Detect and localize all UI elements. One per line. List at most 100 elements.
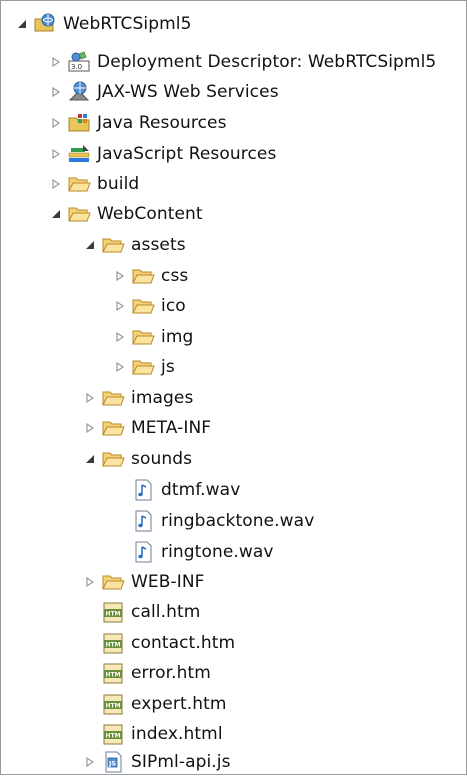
tree-item-error-htm[interactable]: HTM error.htm — [1, 658, 467, 688]
tree-item-label: expert.htm — [131, 694, 227, 714]
folder-icon — [67, 172, 91, 196]
html-file-icon: HTM — [101, 692, 125, 716]
collapsed-arrow-icon[interactable] — [83, 755, 97, 769]
html-file-icon: HTM — [101, 600, 125, 624]
tree-item-expert-htm[interactable]: HTM expert.htm — [1, 689, 467, 719]
tree-item-sounds[interactable]: sounds — [1, 444, 467, 474]
tree-item-label: build — [97, 174, 140, 194]
folder-icon — [101, 386, 125, 410]
tree-item-javascript-resources[interactable]: JavaScript Resources — [1, 139, 467, 169]
tree-item-label: call.htm — [131, 602, 201, 622]
audio-file-icon — [131, 540, 155, 564]
audio-file-icon — [131, 478, 155, 502]
java-resources-icon — [67, 111, 91, 135]
collapsed-arrow-icon[interactable] — [113, 360, 127, 374]
tree-item-label: ringbacktone.wav — [161, 511, 315, 531]
tree-item-jax-ws-web-services[interactable]: JAX-WS Web Services — [1, 77, 467, 107]
tree-item-label: images — [131, 388, 194, 408]
tree-item-label: JavaScript Resources — [97, 144, 277, 164]
tree-item-label: META-INF — [131, 418, 212, 438]
tree-item-label: assets — [131, 235, 186, 255]
tree-item-ico[interactable]: ico — [1, 291, 467, 321]
tree-item-label: contact.htm — [131, 633, 236, 653]
folder-icon — [131, 325, 155, 349]
deployment-descriptor-icon: 3.0 — [67, 50, 91, 74]
collapsed-arrow-icon[interactable] — [83, 421, 97, 435]
tree-item-label: css — [161, 266, 189, 286]
tree-item-images[interactable]: images — [1, 383, 467, 413]
collapsed-arrow-icon[interactable] — [113, 299, 127, 313]
tree-item-img[interactable]: img — [1, 322, 467, 352]
expanded-arrow-icon[interactable] — [15, 17, 29, 31]
tree-item-contact-htm[interactable]: HTM contact.htm — [1, 628, 467, 658]
tree-item-label: WebContent — [97, 204, 203, 224]
svg-text:HTM: HTM — [106, 642, 121, 649]
tree-item-label: img — [161, 327, 194, 347]
collapsed-arrow-icon[interactable] — [113, 269, 127, 283]
collapsed-arrow-icon[interactable] — [113, 330, 127, 344]
folder-icon — [101, 233, 125, 257]
collapsed-arrow-icon[interactable] — [49, 147, 63, 161]
collapsed-arrow-icon[interactable] — [49, 85, 63, 99]
folder-icon — [101, 447, 125, 471]
tree-item-label: SIPml-api.js — [131, 752, 231, 772]
tree-item-webcontent[interactable]: WebContent — [1, 199, 467, 229]
tree-item-index-html[interactable]: HTM index.html — [1, 719, 467, 749]
project-explorer-panel: WebRTCSipml5 3.0 Deployment Descriptor: … — [0, 0, 467, 775]
collapsed-arrow-icon[interactable] — [83, 391, 97, 405]
svg-text:JS: JS — [108, 760, 116, 768]
tree-item-label: WebRTCSipml5 — [63, 14, 192, 34]
tree-item-label: index.html — [131, 724, 223, 744]
tree-item-label: JAX-WS Web Services — [97, 82, 279, 102]
tree-item-label: Java Resources — [97, 113, 227, 133]
folder-icon — [101, 416, 125, 440]
tree-item-label: Deployment Descriptor: WebRTCSipml5 — [97, 52, 437, 72]
tree-item-dtmf-wav[interactable]: dtmf.wav — [1, 475, 467, 505]
tree-item-meta-inf[interactable]: META-INF — [1, 413, 467, 443]
tree-item-label: WEB-INF — [131, 572, 205, 592]
svg-text:HTM: HTM — [106, 611, 121, 618]
svg-text:HTM: HTM — [106, 672, 121, 679]
tree-item-label: dtmf.wav — [161, 480, 241, 500]
expanded-arrow-icon[interactable] — [83, 238, 97, 252]
tree-item-label: error.htm — [131, 663, 211, 683]
tree-item-web-inf[interactable]: WEB-INF — [1, 567, 467, 597]
tree-item-label: ico — [161, 296, 186, 316]
collapsed-arrow-icon[interactable] — [49, 177, 63, 191]
svg-text:HTM: HTM — [106, 733, 121, 740]
tree-item-js[interactable]: js — [1, 352, 467, 382]
tree-item-webrtcsipml5[interactable]: WebRTCSipml5 — [1, 9, 467, 39]
html-file-icon: HTM — [101, 631, 125, 655]
tree-item-java-resources[interactable]: Java Resources — [1, 108, 467, 138]
folder-icon — [131, 294, 155, 318]
html-file-icon: HTM — [101, 661, 125, 685]
expanded-arrow-icon[interactable] — [49, 207, 63, 221]
web-services-icon — [67, 80, 91, 104]
web-project-icon — [33, 12, 57, 36]
javascript-resources-icon — [67, 142, 91, 166]
collapsed-arrow-icon[interactable] — [49, 55, 63, 69]
folder-icon — [101, 570, 125, 594]
tree-item-ringtone-wav[interactable]: ringtone.wav — [1, 537, 467, 567]
js-file-icon: JS — [101, 750, 125, 774]
collapsed-arrow-icon[interactable] — [49, 116, 63, 130]
svg-text:3.0: 3.0 — [71, 63, 82, 71]
tree-item-label: sounds — [131, 449, 193, 469]
expanded-arrow-icon[interactable] — [83, 452, 97, 466]
html-file-icon: HTM — [101, 722, 125, 746]
svg-text:HTM: HTM — [106, 703, 121, 710]
tree-item-assets[interactable]: assets — [1, 230, 467, 260]
tree-item-call-htm[interactable]: HTM call.htm — [1, 597, 467, 627]
tree-item-label: js — [161, 357, 175, 377]
folder-icon — [67, 202, 91, 226]
tree-item-build[interactable]: build — [1, 169, 467, 199]
audio-file-icon — [131, 509, 155, 533]
folder-icon — [131, 264, 155, 288]
collapsed-arrow-icon[interactable] — [83, 575, 97, 589]
tree-item-ringbacktone-wav[interactable]: ringbacktone.wav — [1, 506, 467, 536]
tree-item-css[interactable]: css — [1, 261, 467, 291]
tree-item-deployment-descriptor[interactable]: 3.0 Deployment Descriptor: WebRTCSipml5 — [1, 47, 467, 77]
tree-item-sipml-api-js[interactable]: JS SIPml-api.js — [1, 747, 467, 777]
tree-item-label: ringtone.wav — [161, 542, 274, 562]
folder-icon — [131, 355, 155, 379]
